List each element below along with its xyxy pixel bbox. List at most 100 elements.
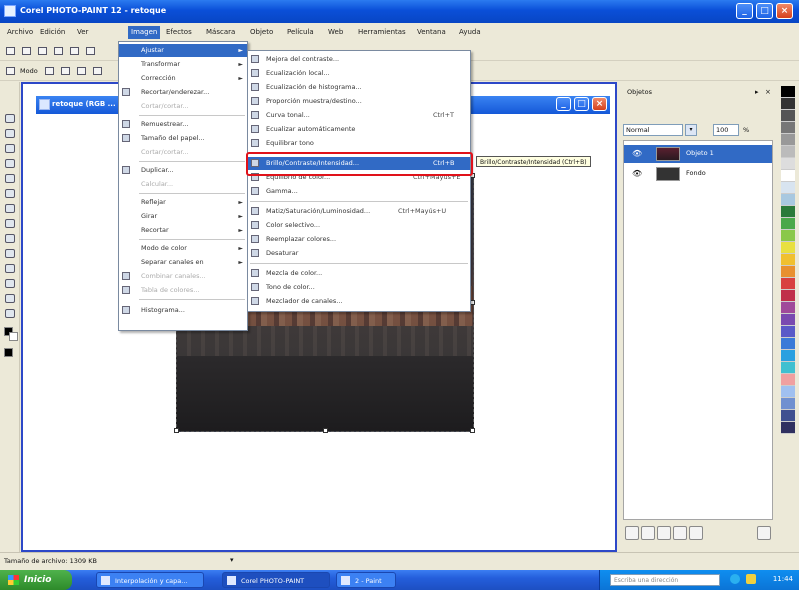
lasso-tool-icon[interactable] bbox=[3, 142, 17, 155]
selection-handle[interactable] bbox=[323, 428, 328, 433]
magic-wand-icon[interactable] bbox=[3, 157, 17, 170]
selection-handle[interactable] bbox=[174, 428, 179, 433]
menu-mascara[interactable]: Máscara bbox=[203, 26, 238, 39]
object-lock-icon[interactable] bbox=[689, 526, 703, 540]
menu-ver[interactable]: Ver bbox=[74, 26, 91, 39]
fill-tool-icon[interactable] bbox=[3, 292, 17, 305]
menu-item-cortar-2[interactable]: Cortar/cortar... bbox=[119, 146, 247, 159]
palette-swatch[interactable] bbox=[781, 98, 795, 110]
palette-swatch[interactable] bbox=[781, 374, 795, 386]
palette-swatch[interactable] bbox=[781, 254, 795, 266]
submenu-ecualizacion-histograma[interactable]: Ecualización de histograma... bbox=[248, 81, 470, 94]
open-file-icon[interactable] bbox=[19, 44, 34, 58]
address-field[interactable]: Escriba una dirección bbox=[610, 574, 720, 586]
docker-menu-icon[interactable]: ▸ bbox=[755, 88, 759, 96]
object-properties-icon[interactable] bbox=[657, 526, 671, 540]
menu-item-recortar-enderezar[interactable]: Recortar/enderezar... bbox=[119, 86, 247, 99]
print-icon[interactable] bbox=[51, 44, 66, 58]
submenu-gamma[interactable]: Gamma... bbox=[248, 185, 470, 198]
rectangle-tool-icon[interactable] bbox=[3, 307, 17, 320]
palette-swatch[interactable] bbox=[781, 194, 795, 206]
text-tool-icon[interactable] bbox=[3, 217, 17, 230]
palette-swatch[interactable] bbox=[781, 230, 795, 242]
visibility-eye-icon[interactable]: 👁 bbox=[632, 149, 642, 158]
menu-item-tabla-colores[interactable]: Tabla de colores... bbox=[119, 284, 247, 297]
copy-icon[interactable] bbox=[83, 44, 98, 58]
opacity-input[interactable]: 100 bbox=[713, 124, 739, 136]
submenu-desaturar[interactable]: Desaturar bbox=[248, 247, 470, 260]
palette-swatch[interactable] bbox=[781, 110, 795, 122]
mask-tool-icon[interactable] bbox=[3, 127, 17, 140]
submenu-equilibrar-tono[interactable]: Equilibrar tono bbox=[248, 137, 470, 150]
submenu-color-selectivo[interactable]: Color selectivo... bbox=[248, 219, 470, 232]
menu-edicion[interactable]: Edición bbox=[37, 26, 68, 39]
taskbar-item-paint[interactable]: 2 - Paint bbox=[336, 572, 396, 588]
object-row-fondo[interactable]: 👁 Fondo bbox=[624, 165, 772, 183]
add-icon[interactable] bbox=[42, 64, 57, 78]
menu-objeto[interactable]: Objeto bbox=[247, 26, 276, 39]
visibility-eye-icon[interactable]: 👁 bbox=[632, 169, 642, 178]
palette-swatch[interactable] bbox=[781, 422, 795, 434]
save-icon[interactable] bbox=[35, 44, 50, 58]
volume-tray-icon[interactable] bbox=[746, 574, 756, 584]
submenu-mezcla-color[interactable]: Mezcla de color... bbox=[248, 267, 470, 280]
blend-mode-dropdown-icon[interactable]: ▾ bbox=[685, 124, 697, 136]
taskbar-item-corel[interactable]: Corel PHOTO-PAINT bbox=[222, 572, 330, 588]
clone-tool-icon[interactable] bbox=[3, 262, 17, 275]
menu-imagen[interactable]: Imagen bbox=[128, 26, 161, 39]
palette-swatch[interactable] bbox=[781, 170, 795, 182]
mode-icon[interactable] bbox=[3, 64, 18, 78]
menu-item-remuestrear[interactable]: Remuestrear... bbox=[119, 118, 247, 131]
menu-ayuda[interactable]: Ayuda bbox=[456, 26, 484, 39]
palette-swatch[interactable] bbox=[781, 278, 795, 290]
menu-web[interactable]: Web bbox=[325, 26, 346, 39]
menu-item-calcular[interactable]: Calcular... bbox=[119, 178, 247, 191]
maximize-button[interactable]: □ bbox=[756, 3, 773, 19]
doc-minimize-button[interactable]: _ bbox=[556, 97, 571, 111]
menu-item-recortar[interactable]: Recortar ► bbox=[119, 224, 247, 237]
selection-handle[interactable] bbox=[470, 428, 475, 433]
palette-swatch[interactable] bbox=[781, 206, 795, 218]
network-tray-icon[interactable] bbox=[730, 574, 740, 584]
docker-close-icon[interactable]: × bbox=[765, 88, 771, 96]
palette-swatch[interactable] bbox=[781, 302, 795, 314]
palette-swatch[interactable] bbox=[781, 86, 795, 98]
submenu-tono-color[interactable]: Tono de color... bbox=[248, 281, 470, 294]
menu-item-correccion[interactable]: Corrección ► bbox=[119, 72, 247, 85]
palette-swatch[interactable] bbox=[781, 182, 795, 194]
submenu-proporcion[interactable]: Proporción muestra/destino... bbox=[248, 95, 470, 108]
submenu-mejora-contraste[interactable]: Mejora del contraste... bbox=[248, 53, 470, 66]
menu-ventana[interactable]: Ventana bbox=[414, 26, 449, 39]
menu-efectos[interactable]: Efectos bbox=[163, 26, 195, 39]
effect-tool-icon[interactable] bbox=[3, 247, 17, 260]
corel-app-icon[interactable] bbox=[4, 5, 16, 17]
palette-swatch[interactable] bbox=[781, 134, 795, 146]
paper-color-swatch[interactable] bbox=[4, 348, 13, 357]
submenu-ecualizar-auto[interactable]: Ecualizar automáticamente bbox=[248, 123, 470, 136]
palette-swatch[interactable] bbox=[781, 362, 795, 374]
palette-swatch[interactable] bbox=[781, 386, 795, 398]
palette-swatch[interactable] bbox=[781, 218, 795, 230]
palette-swatch[interactable] bbox=[781, 350, 795, 362]
palette-swatch[interactable] bbox=[781, 338, 795, 350]
submenu-reemplazar-colores[interactable]: Reemplazar colores... bbox=[248, 233, 470, 246]
start-button[interactable]: Inicio bbox=[0, 570, 72, 590]
submenu-ecualizacion-local[interactable]: Ecualización local... bbox=[248, 67, 470, 80]
menu-item-combinar-canales[interactable]: Combinar canales... bbox=[119, 270, 247, 283]
menu-archivo[interactable]: Archivo bbox=[4, 26, 36, 39]
palette-swatch[interactable] bbox=[781, 242, 795, 254]
menu-item-girar[interactable]: Girar ► bbox=[119, 210, 247, 223]
subtract-icon[interactable] bbox=[58, 64, 73, 78]
background-color-swatch[interactable] bbox=[9, 332, 18, 341]
palette-swatch[interactable] bbox=[781, 122, 795, 134]
new-object-icon[interactable] bbox=[625, 526, 639, 540]
submenu-curva-tonal[interactable]: Curva tonal... Ctrl+T bbox=[248, 109, 470, 122]
palette-swatch[interactable] bbox=[781, 410, 795, 422]
menu-item-modo-color[interactable]: Modo de color ► bbox=[119, 242, 247, 255]
create-mask-icon[interactable] bbox=[673, 526, 687, 540]
object-row-objeto-1[interactable]: 👁 Objeto 1 bbox=[624, 145, 772, 163]
intersect-icon[interactable] bbox=[74, 64, 89, 78]
palette-swatch[interactable] bbox=[781, 290, 795, 302]
brush-icon[interactable] bbox=[90, 64, 105, 78]
palette-swatch[interactable] bbox=[781, 326, 795, 338]
